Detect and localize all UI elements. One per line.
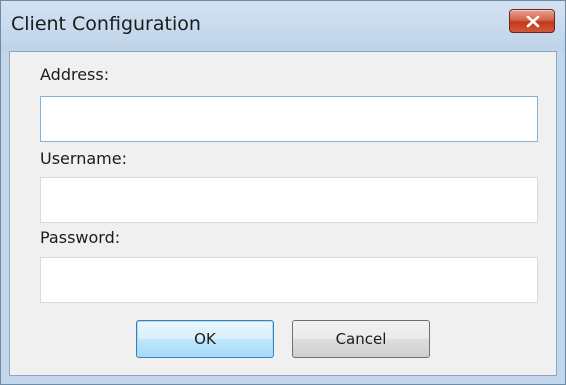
username-input[interactable]: [40, 177, 538, 223]
address-label: Address:: [40, 65, 110, 84]
close-button[interactable]: [509, 9, 555, 33]
title-bar[interactable]: Client Configuration: [1, 1, 565, 51]
password-label: Password:: [40, 228, 121, 247]
dialog-body: Address: Username: Password: OK Cancel: [9, 51, 557, 376]
client-configuration-dialog: Client Configuration Address: Username: …: [0, 0, 566, 385]
ok-button[interactable]: OK: [136, 320, 274, 358]
address-input[interactable]: [40, 96, 538, 142]
window-title: Client Configuration: [11, 13, 201, 35]
cancel-button[interactable]: Cancel: [292, 320, 430, 358]
close-icon: [526, 15, 540, 28]
password-input[interactable]: [40, 257, 538, 303]
username-label: Username:: [40, 149, 127, 168]
